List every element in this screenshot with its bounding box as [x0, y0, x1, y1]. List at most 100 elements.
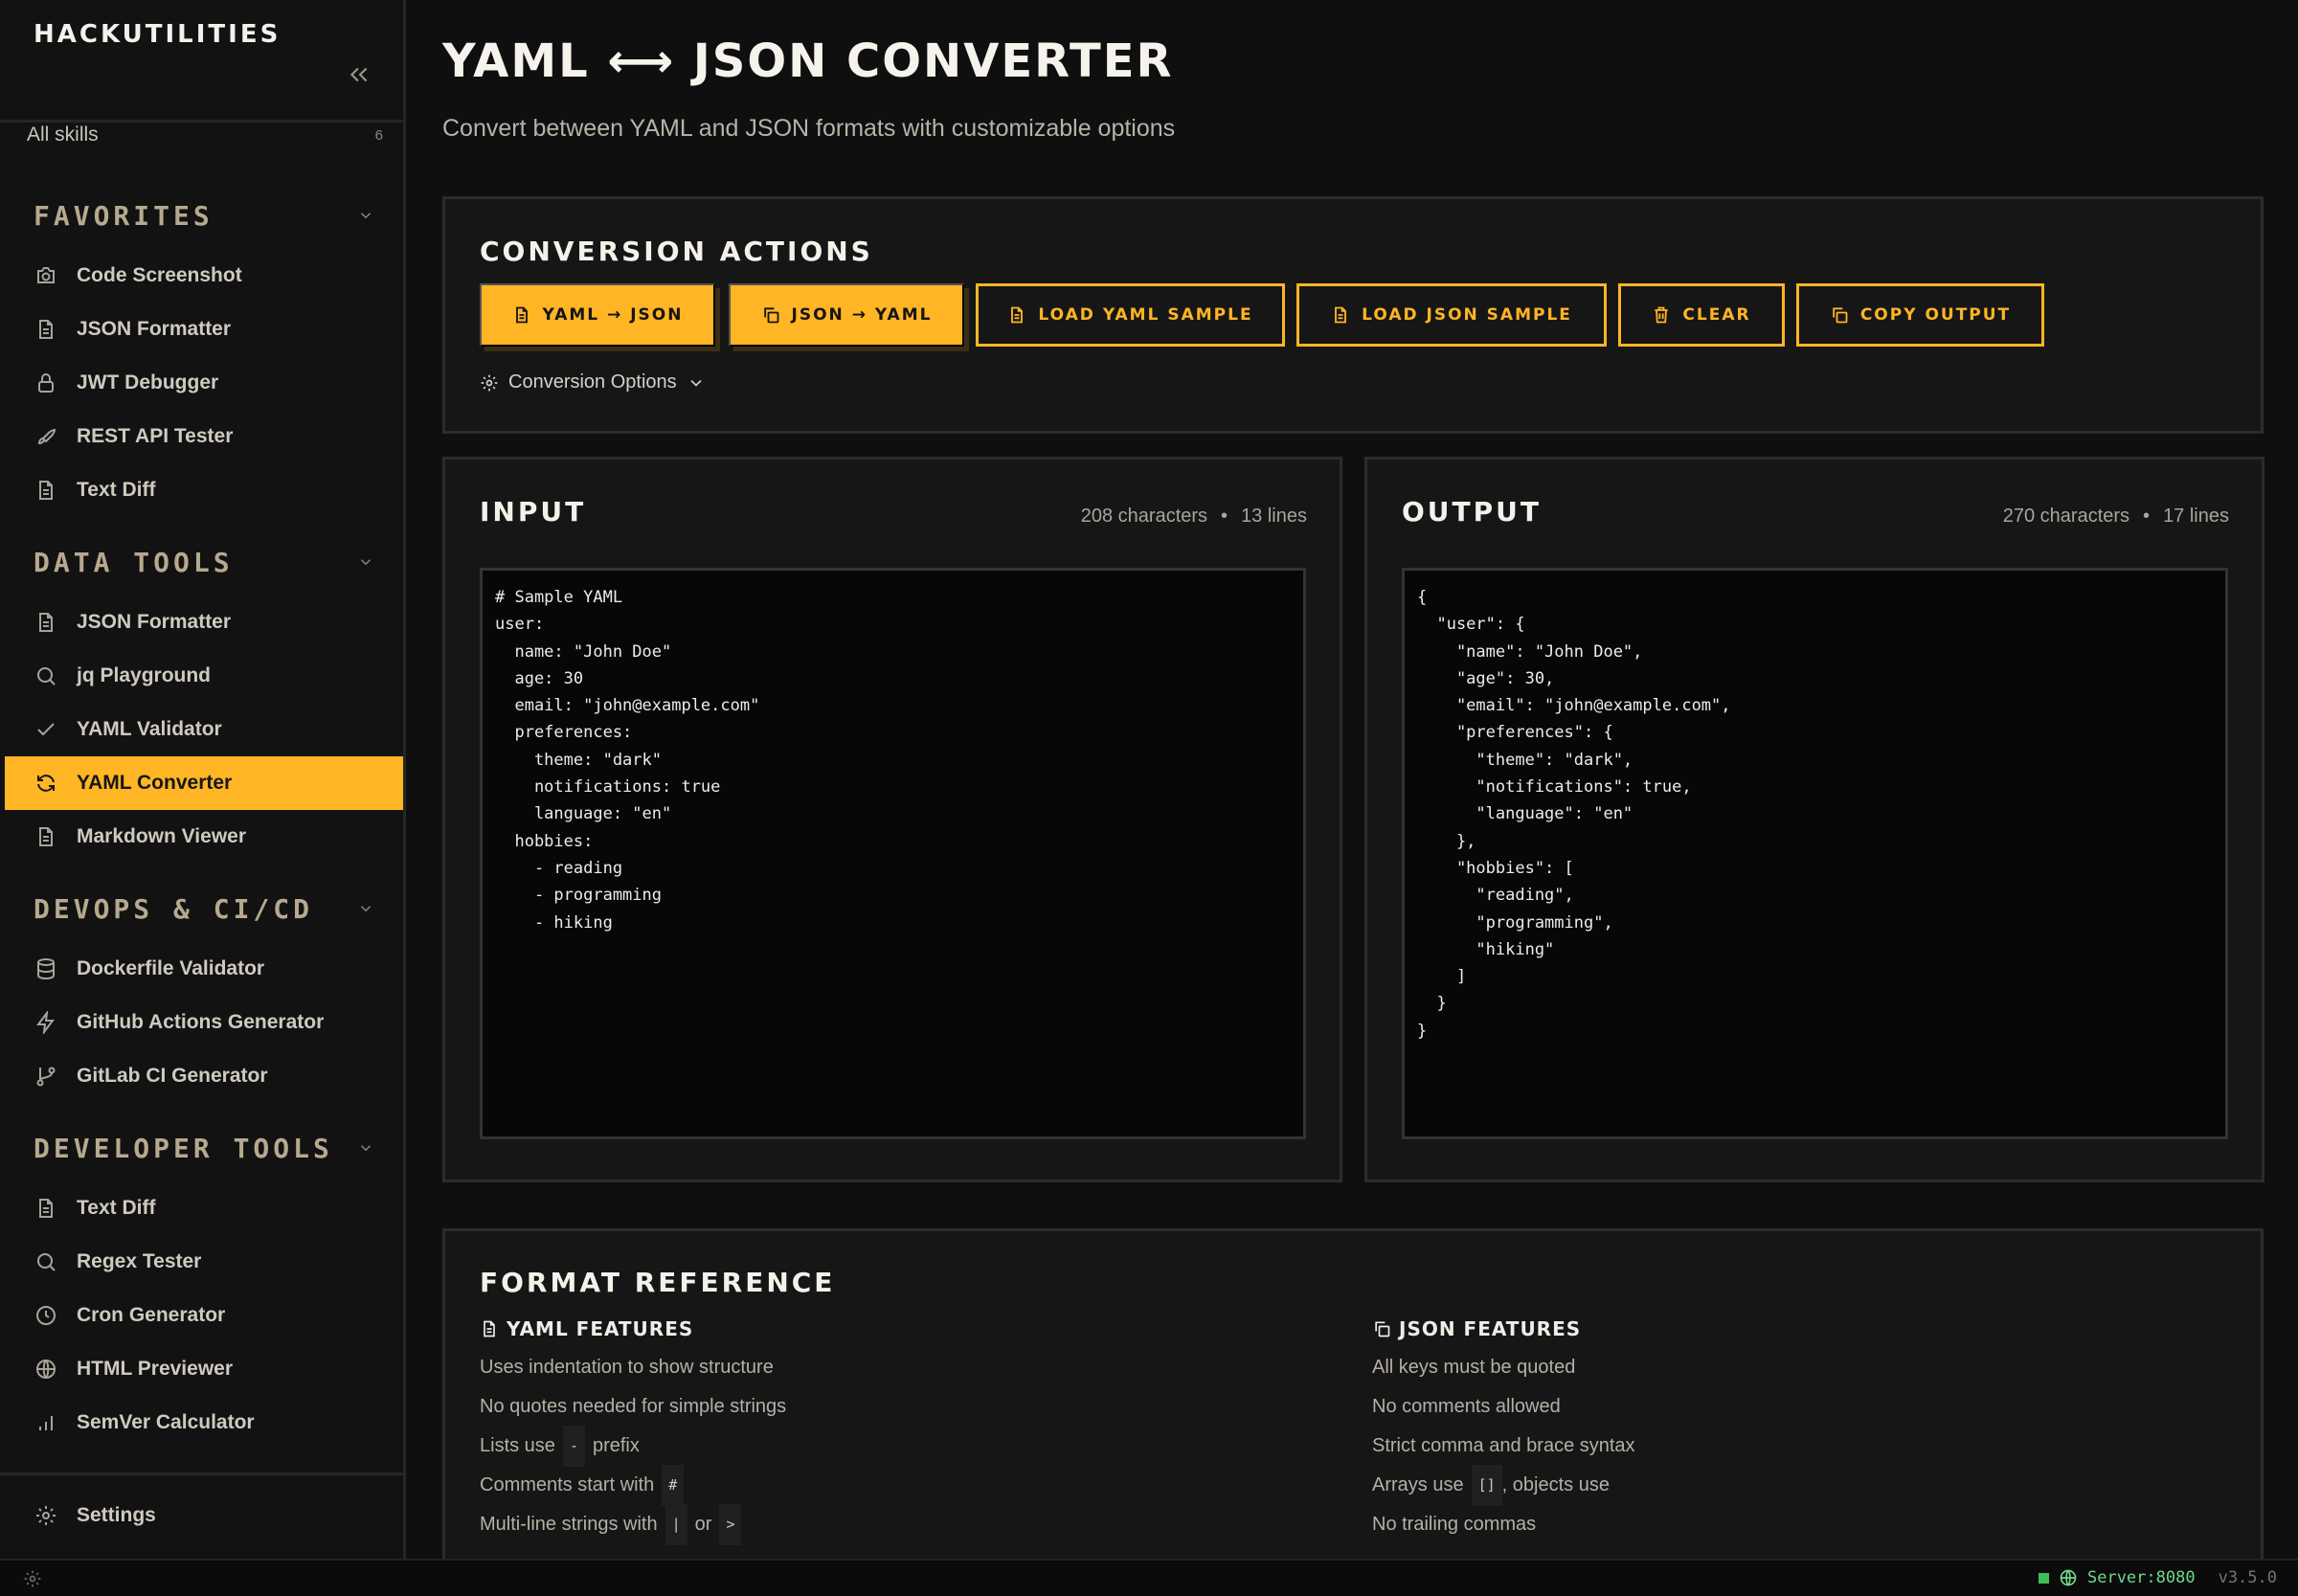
sidebar-item-github-actions-generator[interactable]: GitHub Actions Generator — [5, 996, 403, 1049]
sidebar-item-label: JSON Formatter — [77, 318, 232, 340]
sidebar-item-semver-calculator[interactable]: SemVer Calculator — [5, 1396, 403, 1450]
chevron-down-icon — [360, 559, 372, 566]
sidebar-item-label: YAML Converter — [77, 772, 233, 794]
sidebar-item-yaml-converter[interactable]: YAML Converter — [5, 756, 403, 810]
yaml-to-json-label: YAML → JSON — [542, 305, 684, 325]
clock-icon — [32, 1301, 60, 1330]
yaml-feature-item: Multi-line strings with | or > — [480, 1504, 786, 1545]
lock-icon — [32, 369, 60, 397]
sidebar-item-label: REST API Tester — [77, 425, 234, 447]
json-features: JSON FEATURES All keys must be quoted No… — [1372, 1317, 1635, 1544]
chevron-down-icon — [690, 379, 702, 387]
output-panel: OUTPUT 270 characters • 17 lines { "user… — [1364, 457, 2264, 1182]
copy-output-button[interactable]: COPY OUTPUT — [1796, 283, 2044, 347]
section-title: DEVOPS & CI/CD — [34, 892, 314, 925]
sidebar-item-jq-playground[interactable]: jq Playground — [5, 649, 403, 703]
conversion-actions-title: CONVERSION ACTIONS — [480, 236, 873, 267]
sidebar-nav: FAVORITES Code Screenshot JSON Formatter… — [0, 182, 403, 1450]
sidebar-item-settings[interactable]: Settings — [5, 1489, 403, 1542]
yaml-features-heading: YAML FEATURES — [480, 1317, 786, 1340]
copy-icon — [1833, 307, 1848, 324]
sidebar-item-json-formatter[interactable]: JSON Formatter — [5, 596, 403, 649]
yaml-feature-item: Lists use - prefix — [480, 1426, 786, 1467]
globe-icon — [2060, 1569, 2077, 1586]
clear-label: CLEAR — [1682, 305, 1751, 325]
chevron-down-icon — [360, 906, 372, 912]
sidebar-item-json-formatter[interactable]: JSON Formatter — [5, 303, 403, 356]
all-skills-link[interactable]: All skills 6 — [27, 121, 383, 149]
input-title: INPUT — [480, 496, 587, 528]
status-bar: Server:8080 v3.5.0 — [0, 1559, 2298, 1596]
sidebar-item-label: Dockerfile Validator — [77, 957, 265, 979]
feature-text: Multi-line strings with — [480, 1514, 658, 1535]
database-icon — [32, 955, 60, 983]
sidebar-item-code-screenshot[interactable]: Code Screenshot — [5, 249, 403, 303]
conversion-options-toggle[interactable]: Conversion Options — [480, 371, 706, 393]
json-feature-item: No comments allowed — [1372, 1396, 1561, 1417]
sidebar-item-label: Settings — [77, 1504, 156, 1526]
code-snippet: [] — [1471, 1465, 1502, 1506]
app-version: v3.5.0 — [2218, 1568, 2277, 1587]
sidebar-item-html-previewer[interactable]: HTML Previewer — [5, 1342, 403, 1396]
copy-icon — [763, 307, 778, 324]
code-snippet: | — [665, 1504, 687, 1545]
output-editor[interactable]: { "user": { "name": "John Doe", "age": 3… — [1402, 568, 2228, 1139]
lightning-icon — [32, 1008, 60, 1037]
sidebar-item-gitlab-ci-generator[interactable]: GitLab CI Generator — [5, 1049, 403, 1103]
gear-icon[interactable] — [23, 1569, 42, 1593]
section-title: FAVORITES — [34, 199, 214, 232]
input-editor[interactable]: # Sample YAML user: name: "John Doe" age… — [480, 568, 1306, 1139]
document-icon — [515, 306, 528, 324]
document-icon — [32, 1194, 60, 1223]
sidebar: HACKUTILITIES All skills 6 FAVORITES Cod… — [0, 0, 406, 1559]
page-subtitle: Convert between YAML and JSON formats wi… — [442, 115, 1176, 142]
code-snippet: - — [562, 1426, 585, 1467]
json-feature-item: All keys must be quoted — [1372, 1357, 1576, 1378]
status-right: Server:8080 v3.5.0 — [2038, 1568, 2277, 1587]
input-char-count: 208 characters — [1080, 506, 1208, 527]
sidebar-footer: Settings — [0, 1472, 403, 1559]
sidebar-item-label: JWT Debugger — [77, 371, 219, 393]
sidebar-item-label: Code Screenshot — [77, 264, 242, 286]
clear-button[interactable]: CLEAR — [1618, 283, 1785, 347]
sidebar-item-markdown-viewer[interactable]: Markdown Viewer — [5, 810, 403, 864]
trash-icon — [1655, 306, 1669, 324]
section-favorites[interactable]: FAVORITES — [0, 182, 403, 249]
feature-text: or — [694, 1514, 712, 1535]
document-icon — [1011, 306, 1024, 324]
document-icon — [32, 315, 60, 344]
sidebar-item-text-diff[interactable]: Text Diff — [5, 1181, 403, 1235]
section-data-tools[interactable]: DATA TOOLS — [0, 528, 403, 596]
sidebar-item-label: JSON Formatter — [77, 611, 232, 633]
document-icon — [484, 1320, 495, 1337]
yaml-feature-item: Comments start with # — [480, 1465, 786, 1506]
json-features-title: JSON FEATURES — [1399, 1317, 1582, 1340]
feature-text: , objects use — [1501, 1474, 1610, 1495]
sidebar-item-label: Regex Tester — [77, 1250, 202, 1272]
search-icon — [32, 662, 60, 690]
load-yaml-sample-button[interactable]: LOAD YAML SAMPLE — [976, 283, 1285, 347]
sidebar-item-cron-generator[interactable]: Cron Generator — [5, 1289, 403, 1342]
section-devops[interactable]: DEVOPS & CI/CD — [0, 875, 403, 942]
json-to-yaml-button[interactable]: JSON → YAML — [729, 283, 964, 347]
sidebar-item-yaml-validator[interactable]: YAML Validator — [5, 703, 403, 756]
main-content: YAML ⟷ JSON CONVERTER Convert between YA… — [406, 0, 2298, 1559]
action-buttons: YAML → JSON JSON → YAML LOAD YAML SAMPLE… — [480, 283, 2044, 347]
feature-text: prefix — [592, 1435, 640, 1456]
load-json-sample-button[interactable]: LOAD JSON SAMPLE — [1296, 283, 1607, 347]
section-developer-tools[interactable]: DEVELOPER TOOLS — [0, 1114, 403, 1181]
sidebar-item-regex-tester[interactable]: Regex Tester — [5, 1235, 403, 1289]
input-line-count: 13 lines — [1241, 506, 1307, 527]
yaml-features: YAML FEATURES Uses indentation to show s… — [480, 1317, 786, 1545]
sidebar-item-rest-api-tester[interactable]: REST API Tester — [5, 410, 403, 463]
gear-icon — [481, 374, 498, 391]
sidebar-item-text-diff[interactable]: Text Diff — [5, 463, 403, 517]
yaml-to-json-button[interactable]: YAML → JSON — [480, 283, 715, 347]
section-title: DATA TOOLS — [34, 546, 234, 578]
chevron-down-icon — [360, 1145, 372, 1152]
json-feature-item: Arrays use [] , objects use — [1372, 1465, 1635, 1506]
bar-chart-icon — [32, 1408, 60, 1437]
sidebar-item-dockerfile-validator[interactable]: Dockerfile Validator — [5, 942, 403, 996]
collapse-sidebar-button[interactable] — [344, 59, 374, 90]
sidebar-item-jwt-debugger[interactable]: JWT Debugger — [5, 356, 403, 410]
